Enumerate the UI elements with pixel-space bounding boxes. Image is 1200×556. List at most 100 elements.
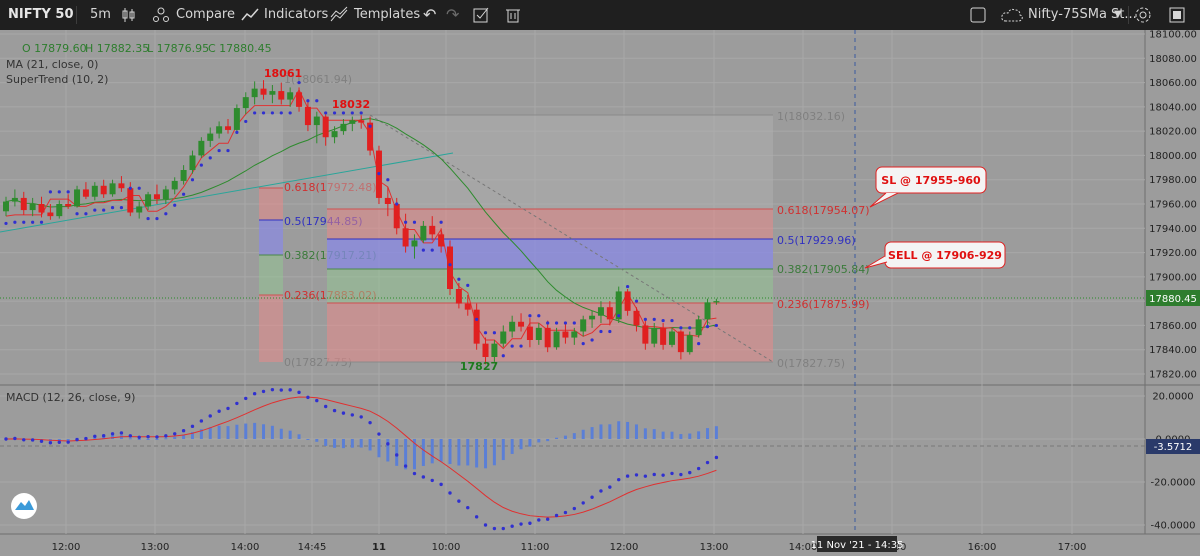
supertrend-dot xyxy=(501,354,505,358)
supertrend-dot xyxy=(119,206,124,210)
macd-dot xyxy=(412,471,417,476)
supertrend-dot xyxy=(670,318,674,323)
gear-icon[interactable] xyxy=(1134,6,1152,24)
candle-body xyxy=(100,185,107,195)
legend-macd[interactable]: MACD (12, 26, close, 9) xyxy=(6,391,135,404)
fib-label: 0.618(17954.07) xyxy=(777,204,870,217)
checkbox-edit-icon[interactable] xyxy=(472,6,490,24)
macd-dot xyxy=(430,478,434,483)
macd-hist-bar xyxy=(608,424,612,439)
candle-body xyxy=(420,225,427,241)
symbol-button[interactable]: NIFTY 50 xyxy=(8,0,74,30)
supertrend-dot xyxy=(368,124,372,128)
high-marker-label: 18032 xyxy=(332,98,370,111)
time-tick-label: 11:00 xyxy=(521,542,550,553)
candle-style-icon[interactable] xyxy=(120,6,138,24)
macd-dot xyxy=(599,489,603,493)
legend-low: L 17876.95 xyxy=(147,42,209,55)
supertrend-dot xyxy=(137,186,141,190)
macd-dot xyxy=(66,440,70,444)
macd-hist-bar xyxy=(617,421,621,439)
macd-dot xyxy=(705,460,710,465)
compare-icon[interactable] xyxy=(152,6,170,24)
fib-label: 0.236(17875.99) xyxy=(777,298,870,311)
legend-supertrend[interactable]: SuperTrend (10, 2) xyxy=(6,73,108,86)
macd-dot xyxy=(510,524,514,528)
supertrend-dot xyxy=(599,329,603,334)
supertrend-dot xyxy=(288,111,292,115)
candle-body xyxy=(296,92,303,107)
time-axis-pane[interactable] xyxy=(0,534,1200,556)
supertrend-dot xyxy=(173,203,177,207)
cloud-icon[interactable] xyxy=(1000,6,1024,24)
macd-hist-bar xyxy=(173,436,177,439)
macd-dot xyxy=(395,453,399,457)
fib-label: 0(17827.75) xyxy=(777,357,845,370)
macd-dot xyxy=(359,415,363,419)
supertrend-dot xyxy=(155,216,159,221)
macd-dot xyxy=(22,438,26,442)
top-toolbar: NIFTY 50 5m Compare Indicators Templates… xyxy=(0,0,1200,30)
undo-icon[interactable]: ↶ xyxy=(423,0,436,30)
sell-callout[interactable]: SELL @ 17906-929 xyxy=(864,241,1006,269)
trash-icon[interactable] xyxy=(504,6,522,24)
layout-square-icon[interactable] xyxy=(969,6,987,24)
macd-hist-bar xyxy=(643,428,647,439)
macd-dot xyxy=(554,513,559,518)
supertrend-dot xyxy=(199,163,203,167)
supertrend-dot xyxy=(4,221,8,226)
macd-hist-bar xyxy=(377,439,381,458)
supertrend-dot xyxy=(519,344,523,348)
candle-body xyxy=(651,327,658,344)
toolbar-divider xyxy=(1128,6,1129,24)
interval-button[interactable]: 5m xyxy=(90,0,111,30)
macd-hist-bar xyxy=(430,439,434,464)
macd-dot xyxy=(270,387,275,392)
macd-dot xyxy=(608,485,612,489)
legend-close: C 17880.45 xyxy=(208,42,272,55)
templates-icon[interactable] xyxy=(330,6,348,24)
chart-area[interactable]: 1(18061.94) 0.618(17972.48) 0.5(17944.85… xyxy=(0,30,1200,556)
macd-pane[interactable] xyxy=(0,386,1145,534)
candle-body xyxy=(47,212,54,217)
compare-button[interactable]: Compare xyxy=(176,0,235,30)
time-tick-label: 16:00 xyxy=(968,542,997,553)
price-axis[interactable]: 18100.00 18080.00 18060.00 18040.00 18020.00… xyxy=(1149,30,1197,381)
macd-dot xyxy=(643,474,648,478)
macd-hist-bar xyxy=(306,439,310,440)
macd-hist-bar xyxy=(510,439,514,454)
crosshair-time-label: 11 Nov '21 - 14:35 xyxy=(811,540,904,551)
supertrend-dot xyxy=(475,317,479,321)
chevron-down-icon[interactable]: ▼ xyxy=(1114,0,1122,30)
candle-body xyxy=(207,133,214,141)
time-tick-label: 13:00 xyxy=(700,542,729,553)
macd-dot xyxy=(244,396,248,401)
supertrend-dot xyxy=(537,314,541,318)
macd-dot xyxy=(634,473,639,477)
supertrend-dot xyxy=(190,178,195,182)
candle-body xyxy=(349,120,356,124)
fullscreen-icon[interactable] xyxy=(1168,6,1186,24)
indicators-icon[interactable] xyxy=(241,6,259,24)
macd-dot xyxy=(581,501,585,505)
indicators-button[interactable]: Indicators xyxy=(264,0,328,30)
macd-hist-bar xyxy=(235,424,239,439)
candle-body xyxy=(56,204,63,217)
supertrend-dot xyxy=(93,208,97,212)
macd-dot xyxy=(368,420,372,425)
templates-button[interactable]: Templates xyxy=(354,0,420,30)
candle-body xyxy=(384,197,391,204)
candle-body xyxy=(251,88,258,98)
macd-hist-bar xyxy=(164,438,168,440)
legend-ma[interactable]: MA (21, close, 0) xyxy=(6,58,98,71)
macd-hist-bar xyxy=(652,429,656,439)
macd-hist-bar xyxy=(333,439,337,448)
supertrend-dot xyxy=(66,190,70,194)
redo-icon[interactable]: ↷ xyxy=(446,0,459,30)
supertrend-dot xyxy=(528,314,532,318)
time-tick-label: 12:00 xyxy=(610,542,639,553)
candle-body xyxy=(74,189,81,207)
candle-body xyxy=(562,331,569,338)
candle-body xyxy=(136,206,143,213)
macd-hist-bar xyxy=(226,426,230,439)
